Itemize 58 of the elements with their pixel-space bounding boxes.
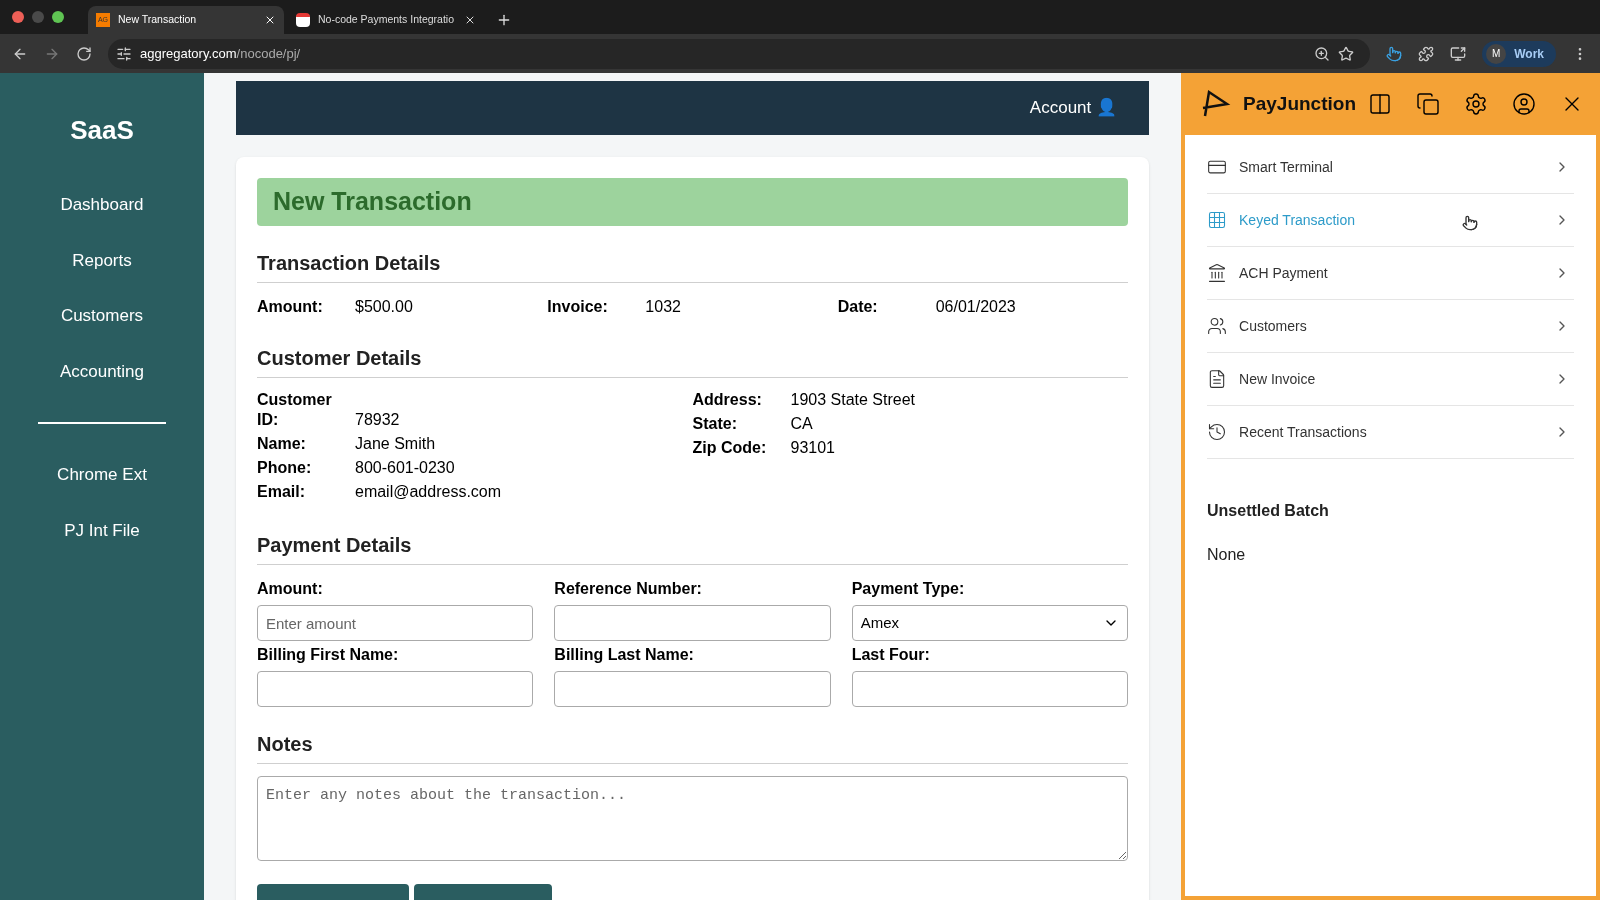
field-value: 78932: [355, 410, 400, 430]
tab-title: New Transaction: [118, 12, 198, 28]
batch-value: None: [1207, 545, 1247, 565]
field-label: Payment Type:: [851, 579, 966, 599]
payment-type-select[interactable]: Amex: [851, 605, 1128, 641]
nav-link[interactable]: Dashboard: [60, 192, 144, 218]
nav-link[interactable]: PJ Int File: [64, 517, 140, 543]
field-label: Customer ID:: [257, 390, 333, 430]
browser-tab[interactable]: No-code Payments Integratio: [288, 6, 484, 34]
address-bar[interactable]: aggregatory.com/nocode/pj/: [108, 38, 1371, 69]
field-value: 93101: [790, 438, 835, 458]
avatar-initial: M: [1486, 43, 1507, 64]
section-heading: Transaction Details: [257, 252, 441, 274]
tab-title: No-code Payments Integratio: [318, 12, 455, 28]
notes-field[interactable]: Enter any notes about the transaction...: [257, 776, 1128, 861]
field-label: Last Four:: [851, 645, 931, 665]
field-label: Billing Last Name:: [554, 645, 695, 665]
profile-name: Work: [1514, 45, 1544, 63]
field-label: Billing First Name:: [257, 645, 400, 665]
field-value: 1903 State Street: [790, 390, 916, 410]
field-label: Address:: [692, 390, 763, 410]
nav-link[interactable]: Accounting: [59, 358, 145, 384]
field-label: Email:: [257, 482, 306, 502]
app-logo: SaaS: [70, 114, 134, 147]
field-label: Reference Number:: [554, 579, 703, 599]
field-label: Name:: [257, 434, 307, 454]
nav-link[interactable]: Chrome Ext: [57, 462, 147, 488]
field-label: Phone:: [257, 458, 313, 478]
account-link[interactable]: Account 👤: [1029, 95, 1117, 121]
field-label: Date:: [837, 297, 879, 317]
form-title: New Transaction: [273, 186, 472, 218]
field-value: 06/01/2023: [935, 297, 1016, 317]
profile-button[interactable]: M Work: [1482, 40, 1556, 67]
field-value: Jane Smith: [355, 434, 436, 454]
field-label: Zip Code:: [692, 438, 768, 458]
section-heading: Payment Details: [257, 534, 412, 556]
batch-heading: Unsettled Batch: [1207, 501, 1330, 521]
url-text: aggregatory.com/nocode/pj/: [140, 44, 302, 63]
field-value: CA: [790, 414, 813, 434]
menu-item[interactable]: Recent Transactions: [1207, 406, 1574, 459]
field-label: Amount:: [257, 297, 324, 317]
field-label: Invoice:: [547, 297, 609, 317]
menu-item[interactable]: ACH Payment: [1207, 247, 1574, 300]
section-heading: Notes: [257, 733, 313, 755]
menu-item[interactable]: Customers: [1207, 300, 1574, 353]
field-value: 800-601-0230: [355, 458, 455, 478]
menu-item[interactable]: New Invoice: [1207, 353, 1574, 406]
nav-link[interactable]: Customers: [60, 303, 144, 329]
input-field[interactable]: Enter amount: [257, 605, 534, 641]
brand-name: PayJunction: [1243, 91, 1356, 116]
section-heading: Customer Details: [257, 347, 422, 369]
field-value: $500.00: [355, 297, 413, 317]
menu-item[interactable]: Smart Terminal: [1207, 141, 1574, 194]
field-label: State:: [692, 414, 738, 434]
field-value: 1032: [645, 297, 681, 317]
nav-link[interactable]: Reports: [72, 247, 132, 273]
field-value: email@address.com: [355, 482, 502, 502]
field-label: Amount:: [257, 579, 324, 599]
